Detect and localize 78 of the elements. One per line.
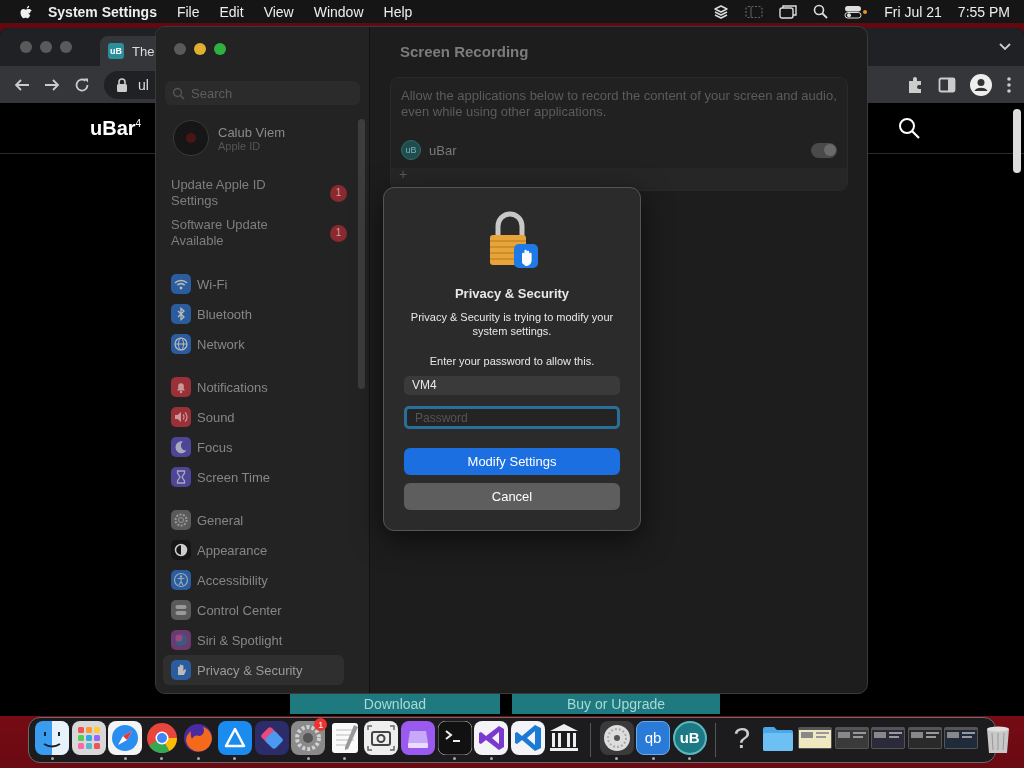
search-icon[interactable] [898,117,920,139]
sidebar-item[interactable]: Sound [163,402,344,432]
grid-icon[interactable] [71,720,106,755]
upgrade-button[interactable]: Buy or Upgrade [512,694,720,714]
dialog-prompt: Enter your password to allow this. [429,355,595,367]
scrollbar-thumb[interactable] [358,119,365,389]
more-menu-icon[interactable] [1006,75,1012,94]
zoom-button[interactable] [214,43,226,55]
sidebar-item[interactable]: Privacy & Security [163,655,344,685]
reload-icon[interactable] [74,76,90,93]
sidebar-item[interactable]: Siri & Spotlight [163,625,344,655]
back-arrow-icon[interactable] [14,76,30,93]
chevron-down-icon[interactable] [998,42,1012,52]
sidebar-item[interactable]: Screen Time [163,462,344,492]
sidebar-icon[interactable] [745,4,764,19]
camera-icon[interactable] [364,720,399,755]
username-field[interactable]: VM4 [404,376,620,395]
toggle-switch[interactable] [811,142,837,158]
layers-icon[interactable] [713,3,730,20]
browser-tab[interactable]: uB The [100,36,155,66]
menu-item[interactable]: View [253,3,304,20]
sidebar-item[interactable]: General [163,505,344,535]
apple-icon[interactable] [20,3,34,20]
search-icon[interactable] [813,4,829,19]
forward-arrow-icon[interactable] [44,76,60,93]
menu-item[interactable]: Help [373,3,423,20]
ribbon-icon[interactable] [510,720,545,755]
puzzle-icon[interactable] [906,75,924,94]
dialog-title: Privacy & Security [454,286,570,301]
prompt-icon[interactable] [437,720,472,755]
lock-icon [116,77,128,92]
menu-bar-date[interactable]: Fri Jul 21 [884,3,942,20]
app-name: uBar [429,142,457,158]
description-text: Allow the applications below to record the content of your screen and audio, even while using other applications. [400,87,838,121]
scrollbar-thumb[interactable] [1013,109,1021,173]
download-button[interactable]: Download [290,694,500,714]
layers-icon[interactable] [254,720,289,755]
address-field[interactable]: ul [104,70,155,99]
menu-item[interactable]: Edit [209,3,254,20]
app-icon[interactable]: uB [672,720,707,755]
site-logo[interactable]: uBar$^{4}$ [90,116,142,140]
minimize-button[interactable] [194,43,206,55]
windows-icon[interactable] [779,3,798,20]
sidebar-item[interactable]: Update Apple ID Settings 1 [156,177,369,209]
help-icon[interactable]: ? [724,720,759,755]
circle-icon[interactable] [144,720,179,755]
modify-settings-button[interactable]: Modify Settings [404,448,620,475]
cancel-button[interactable]: Cancel [404,483,620,510]
sidebar-item[interactable]: Control Center [163,595,344,625]
tray-icon[interactable] [400,720,435,755]
menu-item[interactable]: Window [303,3,374,20]
sidebar-item[interactable]: Appearance [163,535,344,565]
profile-icon[interactable] [970,73,992,96]
tab-favicon: uB [108,43,124,59]
sidebar-item[interactable]: Wi-Fi [163,269,344,299]
app-icon: uB [401,140,421,160]
sidebar-item[interactable]: Focus [163,432,344,462]
account-name[interactable]: Calub Viem [218,124,285,140]
app-name-menu[interactable]: System Settings [34,3,167,20]
sidebar-item[interactable]: Notifications [163,372,344,402]
gear-icon[interactable] [291,720,326,755]
app-icon[interactable]: qb [636,720,671,755]
sidebar-item[interactable]: Software Update Available 1 [156,217,369,249]
ribbon-icon[interactable] [474,720,509,755]
address-text: ul [138,76,149,93]
count-badge: 1 [330,224,347,242]
count-badge: 1 [330,184,347,202]
compass-icon[interactable] [108,720,143,755]
toggles-icon[interactable] [844,4,869,19]
count-badge: 1 [314,718,328,731]
dialog-message: Privacy & Security is trying to modify your system settings. [409,310,615,338]
page-title: Screen Recording [400,43,530,61]
sidebar-item[interactable]: Accessibility [163,565,344,595]
menu-bar-clock[interactable]: 7:55 PM [957,3,1010,20]
face-icon[interactable] [35,720,69,755]
sidebar-item[interactable]: Bluetooth [163,299,344,329]
sidebar-item[interactable]: Network [163,329,344,359]
menu-item[interactable]: File [166,3,210,20]
